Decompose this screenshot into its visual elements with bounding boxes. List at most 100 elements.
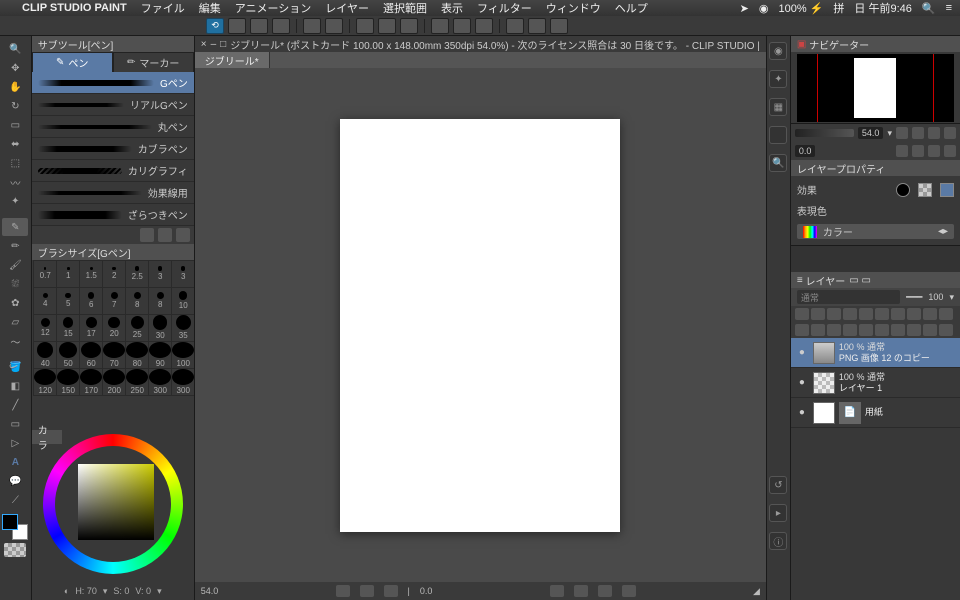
decoration-tool-icon[interactable]: ✿ — [2, 294, 28, 312]
enable-mask-icon[interactable] — [923, 324, 937, 336]
brush-size-cell[interactable]: 120 — [33, 368, 57, 396]
tone-icon[interactable] — [769, 126, 787, 144]
spotlight-icon[interactable]: 🔍 — [922, 2, 936, 15]
combine-icon[interactable] — [875, 324, 889, 336]
status-zoom-out-icon[interactable] — [336, 585, 350, 597]
transfer-icon[interactable] — [843, 324, 857, 336]
menu-file[interactable]: ファイル — [141, 0, 185, 16]
canvas-page[interactable] — [340, 119, 620, 532]
flip-v-icon[interactable] — [944, 145, 956, 157]
menu-help[interactable]: ヘルプ — [615, 0, 648, 16]
brush-size-cell[interactable]: 15 — [56, 314, 80, 342]
mask-icon[interactable] — [859, 308, 873, 320]
toolbar-snap-icon[interactable] — [506, 18, 524, 34]
blend-mode-select[interactable]: 通常 — [797, 290, 900, 304]
blend-tool-icon[interactable]: 〜 — [2, 332, 28, 350]
toolbar-ruler-icon[interactable] — [475, 18, 493, 34]
brush-size-cell[interactable]: 3 — [148, 260, 172, 288]
toolbar-redo-icon[interactable] — [325, 18, 343, 34]
brush-size-cell[interactable]: 30 — [148, 314, 172, 342]
menu-filter[interactable]: フィルター — [477, 0, 532, 16]
apply-mask-icon[interactable] — [907, 324, 921, 336]
brush-size-cell[interactable]: 90 — [148, 341, 172, 369]
brush-size-cell[interactable]: 300 — [171, 368, 194, 396]
change-color-icon[interactable] — [939, 308, 953, 320]
menu-edit[interactable]: 編集 — [199, 0, 221, 16]
brush-size-cell[interactable]: 50 — [56, 341, 80, 369]
ruler-layer-icon[interactable] — [875, 308, 889, 320]
merge-down-icon[interactable] — [859, 324, 873, 336]
material-icon[interactable]: ✦ — [769, 70, 787, 88]
canvas-viewport[interactable] — [195, 68, 766, 582]
brush-size-cell[interactable]: 170 — [79, 368, 103, 396]
brush-size-cell[interactable]: 2.5 — [125, 260, 149, 288]
new-layer-icon[interactable] — [795, 324, 809, 336]
lock-icon[interactable] — [795, 308, 809, 320]
subtool-tab-marker[interactable]: ✏ マーカー — [113, 52, 194, 72]
battery-status[interactable]: 100% ⚡ — [779, 2, 824, 15]
expression-color-select[interactable]: カラー ◂▸ — [797, 224, 954, 239]
document-tab[interactable]: ジブリール* — [195, 52, 270, 68]
subtool-item-rough-pen[interactable]: ざらつきペン — [32, 204, 194, 226]
brush-size-cell[interactable]: 2 — [102, 260, 126, 288]
brush-size-cell[interactable]: 17 — [79, 314, 103, 342]
clip-icon[interactable] — [811, 308, 825, 320]
move-tool-icon[interactable]: ✥ — [2, 59, 28, 77]
layer-thumbnail[interactable] — [813, 402, 835, 424]
new-folder-icon[interactable] — [811, 324, 825, 336]
layer-move-tool-icon[interactable]: ⬌ — [2, 135, 28, 153]
toolbar-undo-icon[interactable] — [303, 18, 321, 34]
ime-indicator[interactable]: 拼 — [833, 0, 844, 16]
zoom-fit-icon[interactable] — [928, 127, 940, 139]
zoom-tool-icon[interactable]: 🔍 — [2, 40, 28, 58]
auto-action-icon[interactable]: ▸ — [769, 504, 787, 522]
layer-thumbnail[interactable] — [813, 342, 835, 364]
brush-size-cell[interactable]: 12 — [33, 314, 57, 342]
pen-tool-icon[interactable]: ✎ — [2, 218, 28, 236]
subtool-item-round-pen[interactable]: 丸ペン — [32, 116, 194, 138]
create-mask-icon[interactable] — [891, 324, 905, 336]
status-flip-icon[interactable] — [622, 585, 636, 597]
menu-window[interactable]: ウィンドウ — [546, 0, 601, 16]
layer-row[interactable]: ● 100 % 通常 PNG 画像 12 のコピー — [791, 338, 960, 368]
set-color-icon[interactable] — [891, 308, 905, 320]
menu-view[interactable]: 表示 — [441, 0, 463, 16]
subtool-tab-pen[interactable]: ✎ ペン — [32, 52, 113, 72]
ruler-tool-icon[interactable]: ▷ — [2, 434, 28, 452]
text-tool-icon[interactable]: A — [2, 453, 28, 471]
status-zoom-in-icon[interactable] — [384, 585, 398, 597]
brush-size-cell[interactable]: 6 — [79, 287, 103, 315]
subtool-add-icon[interactable] — [140, 228, 154, 242]
subtool-item-g-pen[interactable]: Gペン — [32, 72, 194, 94]
pencil-tool-icon[interactable]: ✏ — [2, 237, 28, 255]
zoom-slider[interactable] — [795, 129, 854, 137]
toolbar-save-icon[interactable] — [272, 18, 290, 34]
foreground-background-swatch[interactable] — [2, 514, 28, 540]
layer-row[interactable]: ● 📄 用紙 — [791, 398, 960, 428]
menu-selection[interactable]: 選択範囲 — [383, 0, 427, 16]
menu-animation[interactable]: アニメーション — [235, 0, 312, 16]
lasso-tool-icon[interactable]: 〰 — [2, 173, 28, 191]
zoom-value[interactable]: 54.0 — [858, 127, 884, 139]
layer-name[interactable]: レイヤー 1 — [839, 383, 956, 394]
toolbar-snap-grid-icon[interactable] — [550, 18, 568, 34]
toolbar-fill-icon[interactable] — [378, 18, 396, 34]
brush-size-cell[interactable]: 4 — [33, 287, 57, 315]
minimize-icon[interactable]: – — [211, 39, 217, 50]
rotate-ccw-icon[interactable] — [896, 145, 908, 157]
visibility-icon[interactable]: ● — [795, 347, 809, 358]
brush-size-cell[interactable]: 7 — [102, 287, 126, 315]
visibility-icon[interactable]: ● — [795, 377, 809, 388]
color-square[interactable] — [78, 464, 154, 540]
navigator-preview[interactable] — [797, 54, 954, 122]
extract-line-icon[interactable] — [923, 308, 937, 320]
brush-size-cell[interactable]: 20 — [102, 314, 126, 342]
toolbar-delete-icon[interactable] — [356, 18, 374, 34]
rotate-cw-icon[interactable] — [912, 145, 924, 157]
brush-size-cell[interactable]: 60 — [79, 341, 103, 369]
layer-name[interactable]: PNG 画像 12 のコピー — [839, 353, 956, 364]
fill-tool-icon[interactable]: 🪣 — [2, 358, 28, 376]
brush-size-cell[interactable]: 250 — [125, 368, 149, 396]
hand-tool-icon[interactable]: ✋ — [2, 78, 28, 96]
brush-size-cell[interactable]: 3 — [171, 260, 194, 288]
